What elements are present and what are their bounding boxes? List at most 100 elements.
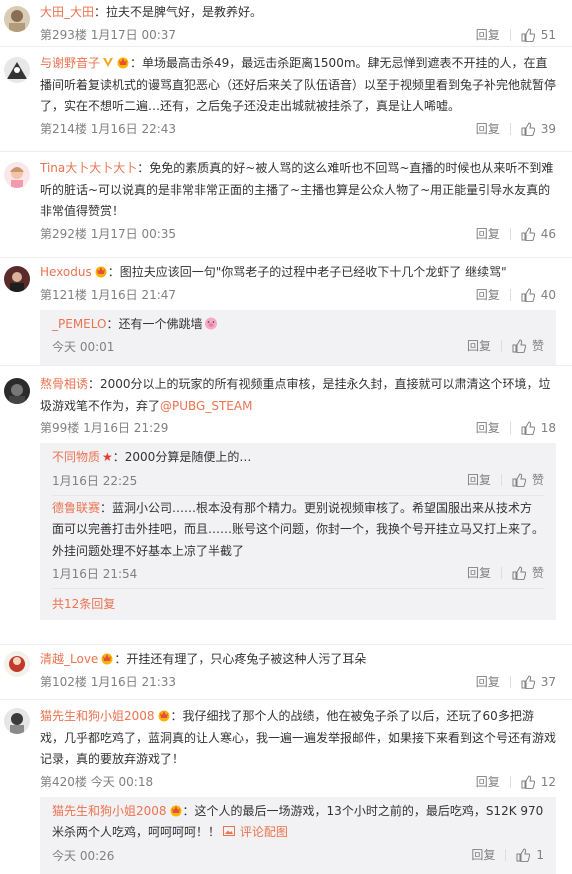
mention-link[interactable]: @PUBG_STEAM xyxy=(160,399,252,413)
username-link[interactable]: 猫先生和狗小姐2008 xyxy=(40,709,155,723)
reply-item: 猫先生和狗小姐2008 ：这个人的最后一场游戏，13个小时之前的，最后吃鸡，S12… xyxy=(52,799,544,870)
floor-time: 第121楼 1月16日 21:47 xyxy=(40,287,177,302)
like-button[interactable]: 46 xyxy=(511,223,556,245)
reply-item: _PEMELO：还有一个佛跳墙 今天 00:01 回复 赞 xyxy=(52,312,544,362)
thumbs-up-icon xyxy=(521,774,535,789)
reply-button[interactable]: 回复 xyxy=(466,771,510,793)
thumbs-up-icon xyxy=(512,339,526,353)
username-link[interactable]: 德鲁联赛 xyxy=(52,501,100,515)
like-button[interactable]: 赞 xyxy=(502,561,544,585)
avatar[interactable] xyxy=(4,162,30,188)
like-count: 39 xyxy=(540,121,556,136)
reply-button[interactable]: 回复 xyxy=(466,671,510,693)
avatar[interactable] xyxy=(4,651,30,677)
like-button[interactable]: 赞 xyxy=(502,334,544,358)
thumbs-up-icon xyxy=(521,674,535,689)
like-button[interactable]: 赞 xyxy=(502,468,544,492)
like-button[interactable]: 37 xyxy=(511,671,556,693)
comment: 猫先生和狗小姐2008 ：我仔细找了那个人的战绩，他在被兔子杀了以后，还玩了60多… xyxy=(0,700,572,874)
like-button[interactable]: 39 xyxy=(511,118,556,140)
reply-button[interactable]: 回复 xyxy=(466,223,510,245)
reply-item: 德鲁联赛：蓝洞小公司……根本没有那个精力。更别说视频审核了。希望国服出来从技术方… xyxy=(52,496,545,589)
thumbs-up-icon xyxy=(521,287,535,302)
reply-button[interactable]: 回复 xyxy=(466,284,510,306)
reply-meta: 今天 00:26 回复 1 xyxy=(52,844,544,868)
comment: 与谢野音子 ：单场最高击杀49，最远击杀距离1500m。肆无忌惮到遮表不开挂的人，… xyxy=(0,47,572,152)
like-count: 37 xyxy=(540,674,556,689)
reply-body: ：还有一个佛跳墙 xyxy=(106,316,203,331)
like-count: 1 xyxy=(536,847,544,862)
reply-button[interactable]: 回复 xyxy=(457,468,501,492)
username-link[interactable]: 熬骨相诱 xyxy=(40,377,88,391)
image-link-label: 评论配图 xyxy=(239,825,288,839)
comment-meta: 第102楼 1月16日 21:33 回复 37 xyxy=(40,671,556,693)
comment-meta: 第420楼 今天 00:18 回复 12 xyxy=(40,771,556,793)
comment-text: 清越_Love ：开挂还有理了，只心疼兔子被这种人污了耳朵 xyxy=(40,649,556,671)
reply-list: 不同物质 ★：2000分算是随便上的… 1月16日 22:25 回复 赞 德鲁联赛… xyxy=(40,443,556,620)
reply-button[interactable]: 回复 xyxy=(457,334,501,358)
username-link[interactable]: _PEMELO xyxy=(52,317,106,331)
reply-button[interactable]: 回复 xyxy=(466,24,510,46)
reply-button[interactable]: 回复 xyxy=(457,561,501,585)
avatar[interactable] xyxy=(4,57,30,83)
username-link[interactable]: 猫先生和狗小姐2008 xyxy=(52,804,167,818)
like-button[interactable]: 12 xyxy=(511,771,556,793)
floor-time: 第293楼 1月17日 00:37 xyxy=(40,27,177,42)
reply-button[interactable]: 回复 xyxy=(466,417,510,439)
reply-button[interactable]: 回复 xyxy=(461,843,505,867)
comment-text: 猫先生和狗小姐2008 ：我仔细找了那个人的战绩，他在被兔子杀了以后，还玩了60多… xyxy=(40,706,556,771)
like-button[interactable]: 40 xyxy=(511,284,556,306)
reply-list: 猫先生和狗小姐2008 ：这个人的最后一场游戏，13个小时之前的，最后吃鸡，S12… xyxy=(40,796,556,874)
reply-actions: 回复 赞 xyxy=(457,562,544,584)
reply-body: ：蓝洞小公司……根本没有那个精力。更别说视频审核了。希望国服出来从技术方面可以完… xyxy=(52,500,545,558)
username-link[interactable]: 大田_大田 xyxy=(40,5,94,19)
floor-time: 第292楼 1月17日 00:35 xyxy=(40,226,177,241)
reply-actions: 回复 赞 xyxy=(457,469,544,491)
avatar[interactable] xyxy=(4,6,30,32)
username-link[interactable]: 不同物质 xyxy=(52,450,100,464)
image-icon xyxy=(223,826,236,836)
comment-body: ：拉夫不是脾气好，是教养好。 xyxy=(94,5,263,19)
username-link[interactable]: Tina大卜大卜大卜 xyxy=(40,161,137,175)
reply-actions: 回复 赞 xyxy=(457,335,544,357)
comment-meta: 第292楼 1月17日 00:35 回复 46 xyxy=(40,223,556,245)
reply-time: 今天 00:26 xyxy=(52,848,115,863)
like-button[interactable]: 18 xyxy=(511,417,556,439)
reply-meta: 今天 00:01 回复 赞 xyxy=(52,335,544,359)
comment-meta: 第121楼 1月16日 21:47 回复 40 xyxy=(40,284,556,306)
thumbs-up-icon xyxy=(521,226,535,241)
avatar[interactable] xyxy=(4,708,30,734)
image-link[interactable]: 评论配图 xyxy=(220,825,288,839)
username-link[interactable]: 与谢野音子 xyxy=(40,56,100,70)
comment-meta: 第214楼 1月16日 22:43 回复 39 xyxy=(40,118,556,140)
like-label: 赞 xyxy=(531,566,544,580)
thumbs-up-icon xyxy=(521,27,535,42)
reply-actions: 回复 1 xyxy=(461,844,544,866)
avatar[interactable] xyxy=(4,378,30,404)
comment-text: 大田_大田：拉夫不是脾气好，是教养好。 xyxy=(40,2,556,24)
like-button[interactable]: 1 xyxy=(506,843,544,867)
comment-body: ：2000分以上的玩家的所有视频重点审核，是挂永久封，直接就可以肃清这个环境，垃… xyxy=(40,377,551,413)
like-count: 40 xyxy=(540,287,556,302)
reply-time: 1月16日 21:54 xyxy=(52,567,138,581)
comment-actions: 回复 12 xyxy=(466,771,556,793)
floor-time: 第99楼 1月16日 21:29 xyxy=(40,421,169,435)
comment-actions: 回复 39 xyxy=(466,118,556,140)
comment-actions: 回复 18 xyxy=(466,417,556,439)
reply-text: 不同物质 ★：2000分算是随便上的… xyxy=(52,447,544,469)
like-button[interactable]: 51 xyxy=(511,24,556,46)
comment: 大田_大田：拉夫不是脾气好，是教养好。 第293楼 1月17日 00:37 回复… xyxy=(0,0,572,47)
reply-list: _PEMELO：还有一个佛跳墙 今天 00:01 回复 赞 xyxy=(40,309,556,365)
reply-body: ：2000分算是随便上的… xyxy=(112,450,252,464)
username-link[interactable]: 清越_Love xyxy=(40,652,98,666)
comment-feed: 大田_大田：拉夫不是脾气好，是教养好。 第293楼 1月17日 00:37 回复… xyxy=(0,0,572,874)
more-replies-link[interactable]: 共12条回复 xyxy=(52,589,544,616)
reply-meta: 1月16日 21:54 回复 赞 xyxy=(52,562,544,586)
comment-meta: 第99楼 1月16日 21:29 回复 18 xyxy=(40,417,556,439)
username-link[interactable]: Hexodus xyxy=(40,265,92,279)
comment: 熬骨相诱：2000分以上的玩家的所有视频重点审核，是挂永久封，直接就可以肃清这个… xyxy=(0,366,572,645)
avatar[interactable] xyxy=(4,266,30,292)
comment-text: 熬骨相诱：2000分以上的玩家的所有视频重点审核，是挂永久封，直接就可以肃清这个… xyxy=(40,374,556,417)
like-count: 46 xyxy=(540,226,556,241)
reply-button[interactable]: 回复 xyxy=(466,118,510,140)
